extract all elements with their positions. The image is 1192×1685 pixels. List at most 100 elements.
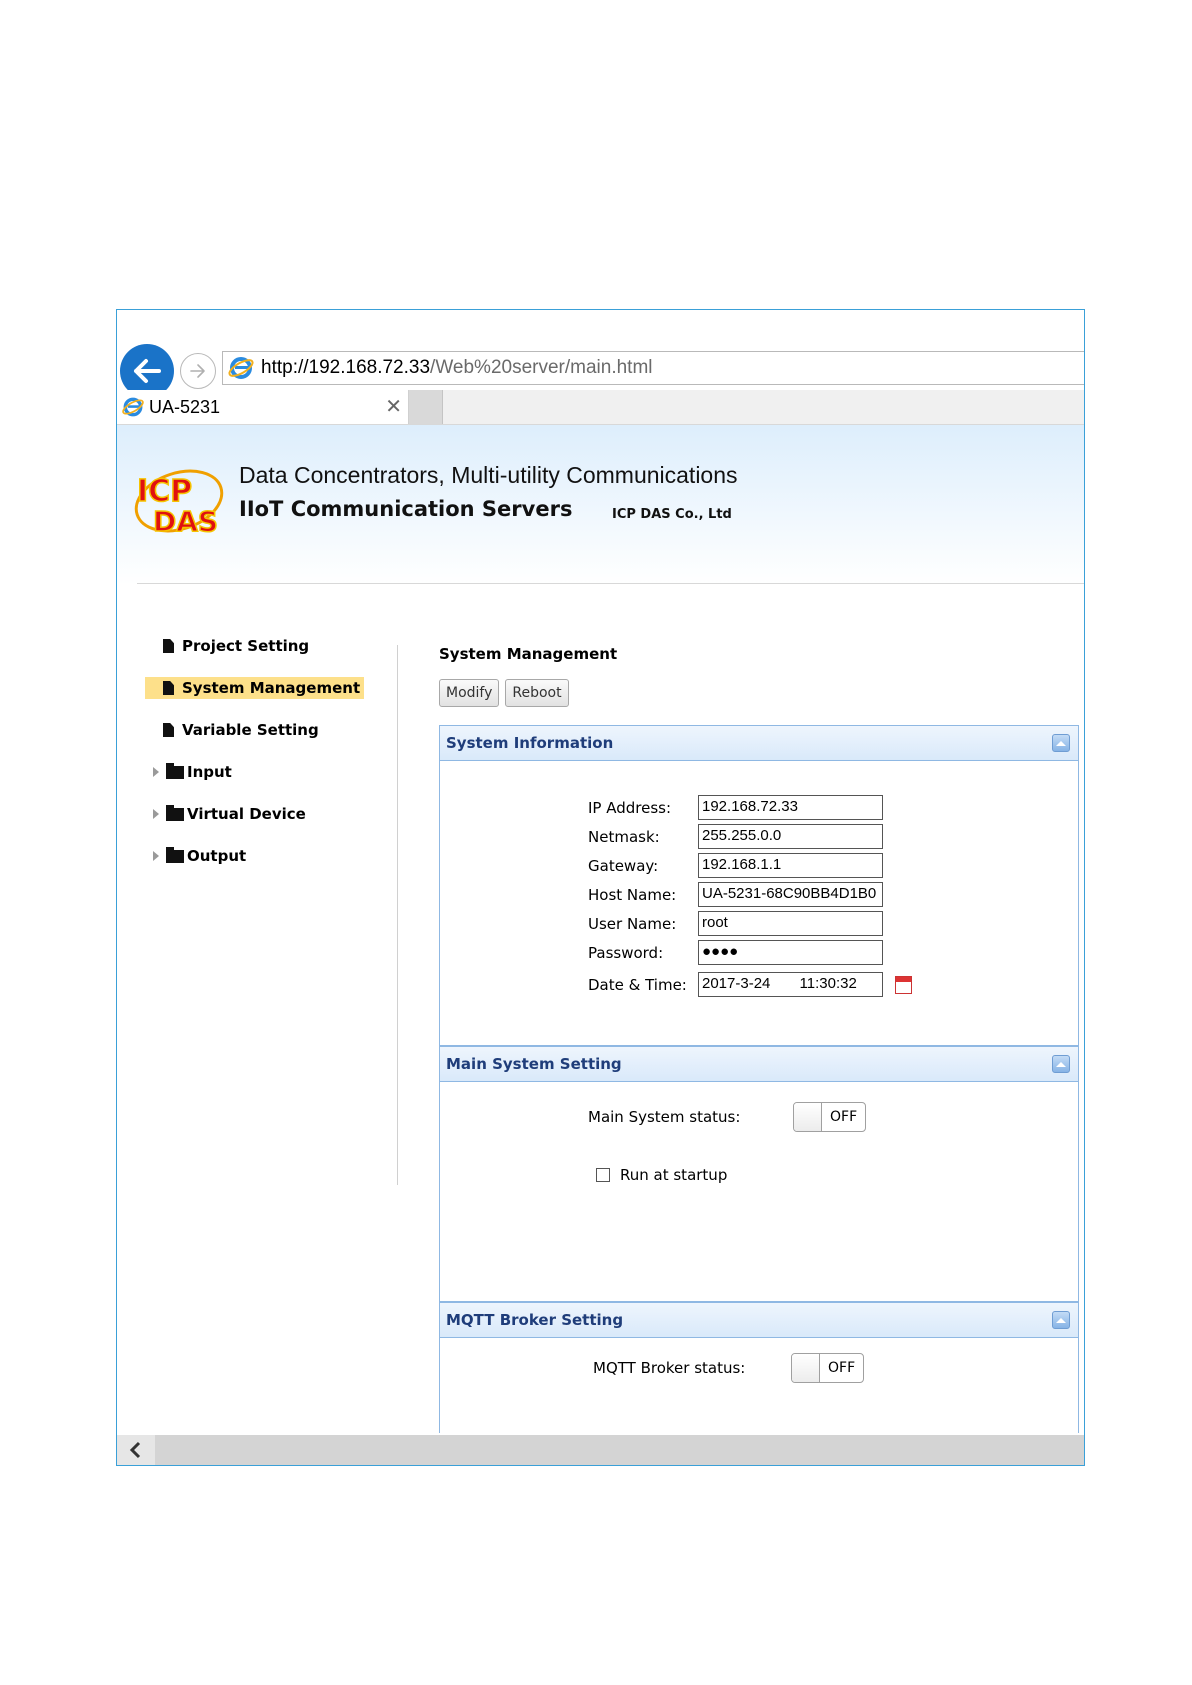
panel-title: System Information	[446, 734, 614, 752]
tab-close-icon[interactable]: ✕	[385, 394, 402, 419]
field-label: Host Name:	[588, 885, 677, 904]
address-bar-area: http://192.168.72.33/Web%20server/main.h…	[117, 310, 1084, 398]
run-at-startup-checkbox[interactable]	[596, 1167, 610, 1182]
sidebar-item-output[interactable]: Output	[145, 835, 395, 877]
field-label: Date & Time:	[588, 975, 687, 994]
collapse-icon[interactable]	[1052, 1311, 1070, 1329]
document-icon	[163, 681, 174, 695]
expand-triangle-icon[interactable]	[153, 851, 159, 861]
collapse-icon[interactable]	[1052, 734, 1070, 752]
password-field[interactable]: ●●●●	[698, 940, 883, 965]
expand-triangle-icon[interactable]	[153, 767, 159, 777]
action-buttons: Modify Reboot	[439, 679, 1079, 707]
ie-tab-icon	[122, 397, 144, 417]
url-input[interactable]: http://192.168.72.33/Web%20server/main.h…	[222, 351, 1084, 385]
mqtt-broker-setting-panel: MQTT Broker Setting MQTT Broker status: …	[439, 1302, 1079, 1433]
ip-address-field[interactable]: 192.168.72.33	[698, 795, 883, 820]
run-at-startup-row: Run at startup	[596, 1162, 727, 1187]
field-label: IP Address:	[588, 798, 672, 817]
toggle-knob	[794, 1103, 822, 1131]
main-system-setting-panel: Main System Setting Main System status: …	[439, 1046, 1079, 1302]
user-name-row: User Name: root	[588, 911, 883, 936]
chevron-left-icon	[129, 1441, 141, 1459]
header-line2: IIoT Communication Servers	[239, 497, 573, 521]
sidebar-item-label: Input	[187, 763, 232, 781]
run-at-startup-label: Run at startup	[620, 1165, 728, 1184]
forward-arrow-icon	[190, 364, 205, 378]
sidebar-item-label: System Management	[182, 679, 361, 697]
sidebar-item-label: Output	[187, 847, 247, 865]
system-information-panel: System Information IP Address: 192.168.7…	[439, 725, 1079, 1046]
main-system-status-label: Main System status:	[588, 1108, 741, 1126]
sidebar: Project Setting System Management Variab…	[145, 625, 395, 877]
date-time-field[interactable]: 2017-3-24 11:30:32	[698, 972, 883, 997]
mqtt-broker-status-label: MQTT Broker status:	[593, 1359, 746, 1377]
collapse-icon[interactable]	[1052, 1055, 1070, 1073]
field-label: Gateway:	[588, 856, 659, 875]
folder-icon	[166, 846, 184, 863]
sidebar-item-system-management[interactable]: System Management	[145, 667, 395, 709]
page-title: System Management	[439, 645, 618, 663]
new-tab-button[interactable]	[409, 390, 443, 424]
main-system-status-row: Main System status: OFF	[588, 1101, 867, 1133]
sidebar-item-project-setting[interactable]: Project Setting	[145, 625, 395, 667]
panel-header: MQTT Broker Setting	[440, 1303, 1078, 1338]
panel-title: MQTT Broker Setting	[446, 1311, 624, 1329]
sidebar-item-virtual-device[interactable]: Virtual Device	[145, 793, 395, 835]
date-time-row: Date & Time: 2017-3-24 11:30:32	[588, 972, 912, 997]
document-icon	[163, 723, 174, 737]
forward-button[interactable]	[180, 353, 216, 389]
icp-das-logo: ICP DAS	[131, 461, 227, 545]
sidebar-item-label: Variable Setting	[182, 721, 319, 739]
field-label: Netmask:	[588, 827, 660, 846]
toggle-knob	[792, 1354, 820, 1382]
sidebar-item-label: Project Setting	[182, 637, 310, 655]
netmask-field[interactable]: 255.255.0.0	[698, 824, 883, 849]
browser-window: http://192.168.72.33/Web%20server/main.h…	[116, 309, 1085, 1466]
main-content: System Management Modify Reboot System I…	[439, 645, 1079, 1433]
modify-button[interactable]: Modify	[439, 679, 500, 707]
header-company: ICP DAS Co., Ltd	[612, 507, 732, 522]
main-system-toggle[interactable]: OFF	[793, 1102, 867, 1132]
mqtt-broker-status-row: MQTT Broker status: OFF	[593, 1352, 865, 1384]
panel-header: Main System Setting	[440, 1047, 1078, 1082]
sidebar-item-input[interactable]: Input	[145, 751, 395, 793]
url-text: http://192.168.72.33/Web%20server/main.h…	[261, 357, 653, 379]
ip-address-row: IP Address: 192.168.72.33	[588, 795, 883, 820]
host-name-row: Host Name: UA-5231-68C90BB4D1B0	[588, 882, 883, 907]
sidebar-item-variable-setting[interactable]: Variable Setting	[145, 709, 395, 751]
gateway-row: Gateway: 192.168.1.1	[588, 853, 883, 878]
host-name-field[interactable]: UA-5231-68C90BB4D1B0	[698, 882, 883, 907]
toggle-label: OFF	[828, 1360, 856, 1376]
mqtt-broker-toggle[interactable]: OFF	[791, 1353, 865, 1383]
scroll-left-button[interactable]	[117, 1435, 155, 1465]
ie-logo-icon	[228, 357, 254, 379]
user-name-field[interactable]: root	[698, 911, 883, 936]
netmask-row: Netmask: 255.255.0.0	[588, 824, 883, 849]
calendar-icon[interactable]	[895, 975, 912, 994]
field-label: User Name:	[588, 914, 677, 933]
svg-text:DAS: DAS	[153, 505, 218, 538]
panel-title: Main System Setting	[446, 1055, 622, 1073]
document-icon	[163, 639, 174, 653]
reboot-button[interactable]: Reboot	[505, 679, 569, 707]
panel-header: System Information	[440, 726, 1078, 761]
header-line1: Data Concentrators, Multi-utility Commun…	[239, 462, 738, 488]
header-divider	[137, 583, 1084, 584]
url-host: http://192.168.72.33	[261, 357, 431, 378]
tab-title: UA-5231	[149, 396, 221, 417]
tab-bar: UA-5231 ✕	[117, 390, 1084, 425]
back-arrow-icon	[134, 359, 161, 383]
folder-icon	[166, 804, 184, 821]
gateway-field[interactable]: 192.168.1.1	[698, 853, 883, 878]
expand-triangle-icon[interactable]	[153, 809, 159, 819]
password-row: Password: ●●●●	[588, 940, 883, 965]
sidebar-item-label: Virtual Device	[187, 805, 306, 823]
web-page: ICP DAS Data Concentrators, Multi-utilit…	[117, 425, 1084, 1433]
url-path: /Web%20server/main.html	[430, 357, 653, 378]
horizontal-scrollbar[interactable]	[117, 1435, 1084, 1465]
sidebar-divider	[397, 645, 398, 1185]
svg-text:ICP: ICP	[137, 474, 192, 509]
toggle-label: OFF	[830, 1109, 858, 1125]
tab-ua-5231[interactable]: UA-5231 ✕	[117, 390, 409, 424]
